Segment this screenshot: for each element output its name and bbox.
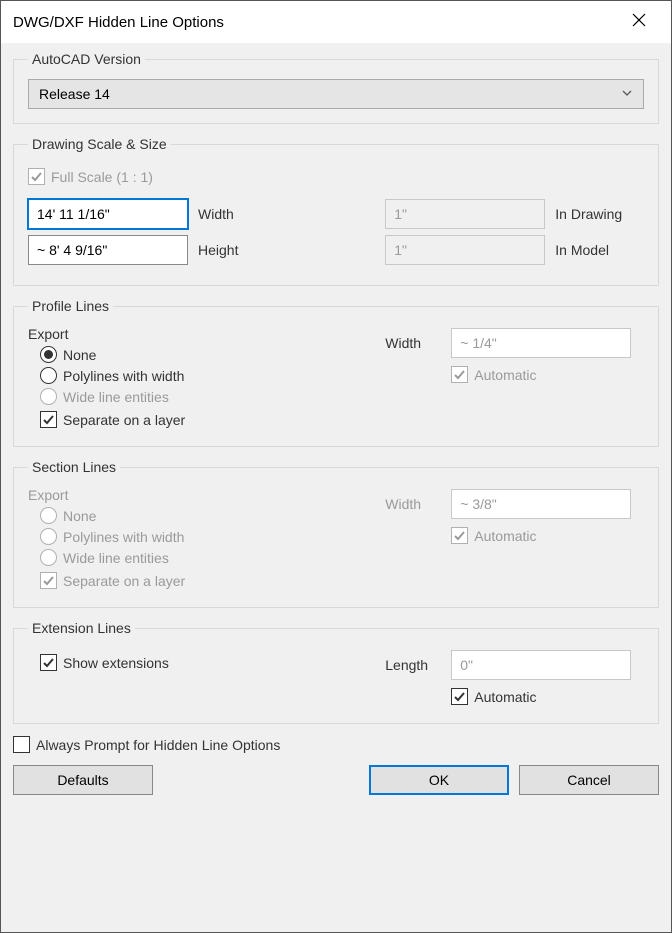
full-scale-checkbox: Full Scale (1 : 1) [28, 168, 644, 185]
group-section-lines: Section Lines Export None Polylines with… [13, 459, 659, 608]
profile-radio-polylines[interactable]: Polylines with width [40, 367, 385, 384]
dialog-content: AutoCAD Version Release 14 Drawing Scale… [1, 43, 671, 932]
dropdown-value: Release 14 [39, 86, 110, 102]
in-model-label: In Model [555, 242, 609, 258]
titlebar: DWG/DXF Hidden Line Options [1, 1, 671, 43]
extension-length-label: Length [385, 657, 441, 673]
width-label: Width [198, 206, 234, 222]
chevron-down-icon [621, 86, 633, 102]
section-radio-wide: Wide line entities [40, 549, 385, 566]
section-width-label: Width [385, 496, 441, 512]
ok-button[interactable]: OK [369, 765, 509, 795]
defaults-button[interactable]: Defaults [13, 765, 153, 795]
profile-export-label: Export [28, 326, 385, 342]
dialog-window: DWG/DXF Hidden Line Options AutoCAD Vers… [0, 0, 672, 933]
profile-width-label: Width [385, 335, 441, 351]
section-radio-none: None [40, 507, 385, 524]
in-drawing-input [385, 199, 545, 229]
close-button[interactable] [619, 2, 659, 42]
dialog-title: DWG/DXF Hidden Line Options [13, 14, 224, 31]
section-export-label: Export [28, 487, 385, 503]
full-scale-label: Full Scale (1 : 1) [51, 169, 153, 185]
legend-extension: Extension Lines [28, 620, 135, 636]
in-drawing-label: In Drawing [555, 206, 622, 222]
legend-section: Section Lines [28, 459, 120, 475]
always-prompt-checkbox[interactable]: Always Prompt for Hidden Line Options [13, 736, 659, 753]
group-extension-lines: Extension Lines Show extensions Length [13, 620, 659, 724]
extension-automatic-checkbox[interactable]: Automatic [451, 688, 644, 705]
profile-width-input [451, 328, 631, 358]
profile-radio-none[interactable]: None [40, 346, 385, 363]
legend-profile: Profile Lines [28, 298, 113, 314]
width-input[interactable] [28, 199, 188, 229]
profile-automatic-checkbox: Automatic [451, 366, 644, 383]
legend-scale: Drawing Scale & Size [28, 136, 171, 152]
autocad-version-dropdown[interactable]: Release 14 [28, 79, 644, 109]
profile-separate-checkbox[interactable]: Separate on a layer [40, 411, 385, 428]
section-width-input [451, 489, 631, 519]
legend-autocad: AutoCAD Version [28, 51, 145, 67]
group-profile-lines: Profile Lines Export None Polylines with… [13, 298, 659, 447]
in-model-input [385, 235, 545, 265]
height-label: Height [198, 242, 238, 258]
section-separate-checkbox: Separate on a layer [40, 572, 385, 589]
height-input[interactable] [28, 235, 188, 265]
profile-radio-wide: Wide line entities [40, 388, 385, 405]
show-extensions-checkbox[interactable]: Show extensions [40, 654, 385, 671]
extension-length-input [451, 650, 631, 680]
group-drawing-scale: Drawing Scale & Size Full Scale (1 : 1) … [13, 136, 659, 286]
cancel-button[interactable]: Cancel [519, 765, 659, 795]
section-radio-polylines: Polylines with width [40, 528, 385, 545]
group-autocad-version: AutoCAD Version Release 14 [13, 51, 659, 124]
section-automatic-checkbox: Automatic [451, 527, 644, 544]
close-icon [632, 13, 646, 32]
